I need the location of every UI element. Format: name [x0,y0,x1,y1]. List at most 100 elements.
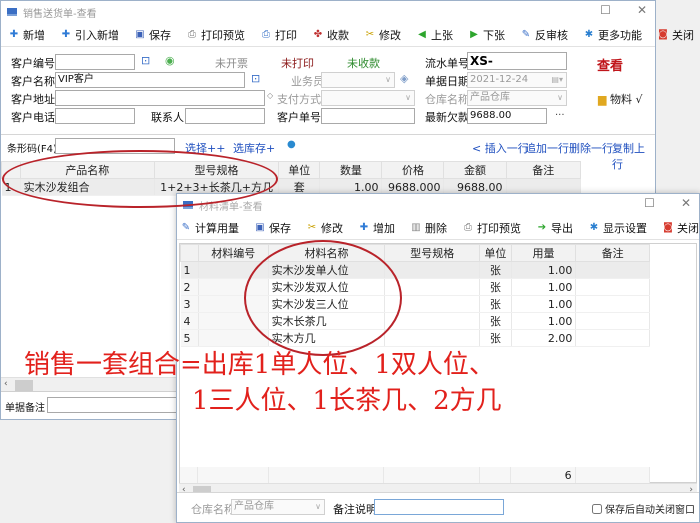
cell-spec[interactable] [384,278,481,296]
cell-name[interactable]: 实木沙发双人位 [268,278,386,296]
cell-name[interactable]: 实木沙发单人位 [268,261,386,279]
close-window-button[interactable]: ✕ [637,3,647,17]
delete-row-link[interactable]: 删除一行 [569,140,613,156]
mat-btn-4[interactable]: ▥ 删除 [411,220,447,236]
cell-no[interactable]: 1 [1,178,21,196]
cell-qty[interactable]: 1.00 [511,295,577,313]
cell-name[interactable]: 实木方几 [268,329,386,347]
main-btn-10[interactable]: ✱ 更多功能 [584,27,642,43]
main-btn-7[interactable]: ◀ 上张 [417,27,453,43]
customer-name-input[interactable]: VIP客户 [55,72,245,88]
mat-btn-6[interactable]: ➔ 导出 [537,220,573,236]
warehouse-select[interactable]: 产品仓库 ∨ [467,90,567,106]
mat-remark-input[interactable] [374,499,504,515]
column-header[interactable]: 单位 [278,161,321,179]
cell-spec[interactable] [384,295,481,313]
cell-remark[interactable] [575,278,650,296]
mat-btn-1[interactable]: ▣ 保存 [255,220,291,236]
main-btn-3[interactable]: ⎙ 打印预览 [187,27,245,43]
payment-method-select[interactable]: ∨ [321,90,415,106]
cell-unit[interactable]: 张 [479,329,512,347]
column-header[interactable] [1,161,21,179]
cell-code[interactable] [198,278,269,296]
main-btn-6[interactable]: ✂ 修改 [365,27,401,43]
salesperson-select[interactable]: ∨ [321,72,395,88]
main-btn-4[interactable]: ⎙ 打印 [261,27,297,43]
contact-input[interactable] [185,108,265,124]
main-btn-0[interactable]: ✚ 新增 [9,27,45,43]
column-header[interactable]: 金额 [443,161,507,179]
close-window-button[interactable]: ✕ [681,196,691,210]
cell-code[interactable] [198,295,269,313]
cell-code[interactable] [198,312,269,330]
cell-no[interactable]: 3 [180,295,199,313]
customer-order-input[interactable] [321,108,415,124]
cell-unit[interactable]: 张 [479,278,512,296]
main-btn-9[interactable]: ✎ 反审核 [521,27,568,43]
table-row[interactable]: 1 实木沙发单人位 张 1.00 [180,261,650,279]
cell-qty[interactable]: 1.00 [511,278,577,296]
customer-code-input[interactable] [55,54,135,70]
maximize-button[interactable]: ☐ [600,3,611,17]
main-btn-5[interactable]: ✤ 收款 [313,27,349,43]
scroll-thumb[interactable] [15,380,33,391]
more-button[interactable]: ... [555,107,565,118]
table-row[interactable]: 4 实木长茶几 张 1.00 [180,312,650,330]
customer-phone-input[interactable] [55,108,135,124]
lookup-icon[interactable]: ⊡ [141,54,150,67]
cell-unit[interactable]: 张 [479,261,512,279]
insert-row-link[interactable]: < 插入一行 [472,140,529,156]
column-header[interactable]: 产品名称 [19,161,156,179]
cell-spec[interactable] [384,261,481,279]
column-header[interactable]: 备注 [575,244,650,262]
main-btn-8[interactable]: ▶ 下张 [469,27,505,43]
cell-spec[interactable] [384,312,481,330]
material-toggle[interactable]: ▆ 物料 √ [598,91,642,107]
cell-remark[interactable] [575,312,650,330]
main-btn-2[interactable]: ▣ 保存 [135,27,171,43]
maximize-button[interactable]: ☐ [644,196,655,210]
column-header[interactable]: 备注 [505,161,582,179]
copy-row-link[interactable]: 复制上行 [612,140,655,172]
cell-code[interactable] [198,261,269,279]
mat-btn-2[interactable]: ✂ 修改 [307,220,343,236]
salesperson-icon[interactable]: ◈ [400,72,408,85]
column-header[interactable]: 数量 [319,161,383,179]
table-row[interactable]: 2 实木沙发双人位 张 1.00 [180,278,650,296]
latest-debt-input[interactable]: 9688.00 [467,108,547,124]
cell-remark[interactable] [575,329,650,347]
mat-btn-3[interactable]: ✚ 增加 [359,220,395,236]
mat-btn-8[interactable]: ◙ 关闭 [663,220,699,236]
barcode-input[interactable] [55,138,175,154]
column-header[interactable]: 材料编号 [197,244,269,262]
mat-warehouse-select[interactable]: 产品仓库 ∨ [231,499,325,515]
column-header[interactable]: 材料名称 [267,244,386,262]
mat-btn-7[interactable]: ✱ 显示设置 [589,220,647,236]
cell-qty[interactable]: 2.00 [511,329,577,347]
serial-no-input[interactable]: XS-202112001 [467,52,567,84]
column-header[interactable]: 型号规格 [384,244,481,262]
cell-no[interactable]: 4 [180,312,199,330]
cell-name[interactable]: 实木沙发三人位 [268,295,386,313]
cell-no[interactable]: 2 [180,278,199,296]
column-header[interactable]: 价格 [381,161,445,179]
main-btn-1[interactable]: ✚ 引入新增 [61,27,119,43]
select-link[interactable]: 选择++ [185,140,225,156]
cell-spec[interactable] [384,329,481,347]
cell-name[interactable]: 实木长茶几 [268,312,386,330]
cell-qty[interactable]: 1.00 [511,312,577,330]
main-btn-11[interactable]: ◙ 关闭 [658,27,694,43]
cell-unit[interactable]: 张 [479,312,512,330]
doc-date-picker[interactable]: 2021-12-24 ▤▾ [467,72,567,88]
table-row[interactable]: 3 实木沙发三人位 张 1.00 [180,295,650,313]
customer-address-input[interactable] [55,90,265,106]
cell-remark[interactable] [575,295,650,313]
cell-remark[interactable] [575,261,650,279]
cell-unit[interactable]: 张 [479,295,512,313]
cell-qty[interactable]: 1.00 [511,261,577,279]
cell-name[interactable]: 实木沙发组合 [20,178,156,196]
select-stock-link[interactable]: 选库存+ [233,140,275,156]
customer-lookup-icon[interactable]: ⊡ [251,72,260,85]
column-header[interactable] [180,244,199,262]
column-header[interactable]: 单位 [479,244,512,262]
